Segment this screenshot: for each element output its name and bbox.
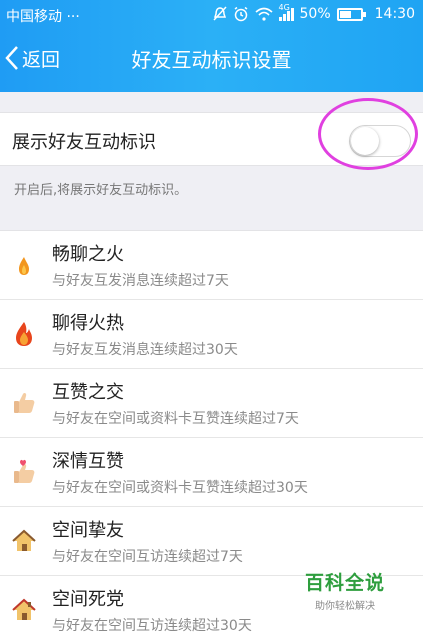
item-desc: 与好友在空间互访连续超过30天 bbox=[52, 618, 252, 634]
small-flame-icon bbox=[19, 257, 29, 275]
show-interaction-badge-toggle[interactable] bbox=[349, 125, 411, 157]
item-desc: 与好友互发消息连续超过30天 bbox=[52, 342, 238, 358]
alarm-icon bbox=[234, 6, 247, 22]
signal-icon: 4G bbox=[278, 3, 294, 21]
toggle-label: 展示好友互动标识 bbox=[12, 132, 156, 153]
battery-icon bbox=[336, 7, 366, 21]
hint-text: 开启后,将展示好友互动标识。 bbox=[14, 183, 188, 198]
big-flame-icon bbox=[16, 322, 32, 346]
list-item: 互赞之交 与好友在空间或资料卡互赞连续超过7天 bbox=[0, 369, 423, 438]
wifi-icon bbox=[254, 7, 273, 21]
list-item: 深情互赞 与好友在空间或资料卡互赞连续超过30天 bbox=[0, 438, 423, 507]
item-title: 空间死党 bbox=[52, 589, 124, 610]
clock: 14:30 bbox=[374, 6, 415, 22]
watermark-main: 百科全说 bbox=[304, 572, 385, 594]
item-desc: 与好友互发消息连续超过7天 bbox=[52, 273, 229, 289]
item-title: 畅聊之火 bbox=[52, 244, 124, 265]
item-desc: 与好友在空间或资料卡互赞连续超过30天 bbox=[52, 480, 308, 496]
house-icon bbox=[12, 598, 36, 620]
item-desc: 与好友在空间或资料卡互赞连续超过7天 bbox=[52, 411, 299, 427]
status-icons: 4G 50% 14:30 bbox=[212, 3, 415, 22]
item-title: 空间挚友 bbox=[52, 520, 124, 541]
small-house-icon bbox=[12, 529, 36, 551]
item-title: 聊得火热 bbox=[52, 313, 124, 334]
list-item: 畅聊之火 与好友互发消息连续超过7天 bbox=[0, 231, 423, 300]
heart-thumbs-up-icon bbox=[14, 459, 35, 483]
list-item: 聊得火热 与好友互发消息连续超过30天 bbox=[0, 300, 423, 369]
status-bar: 中国移动 ··· 4G 50% 14:30 bbox=[0, 0, 423, 30]
item-desc: 与好友在空间互访连续超过7天 bbox=[52, 549, 243, 565]
network-type-label: 4G bbox=[278, 3, 290, 12]
item-title: 深情互赞 bbox=[52, 451, 124, 472]
page-title: 好友互动标识设置 bbox=[131, 48, 292, 72]
watermark-logo: 百科全说 助你轻松解决 bbox=[297, 568, 393, 612]
toggle-knob bbox=[351, 127, 379, 155]
show-interaction-badge-row: 展示好友互动标识 bbox=[0, 112, 423, 166]
app-header: 中国移动 ··· 4G 50% 14:30 返回 好友互动标识设置 bbox=[0, 0, 423, 92]
item-title: 互赞之交 bbox=[52, 382, 124, 403]
battery-percent: 50% bbox=[299, 6, 331, 22]
nav-bar: 返回 好友互动标识设置 bbox=[0, 30, 423, 86]
watermark-sub: 助你轻松解决 bbox=[315, 601, 375, 612]
mute-icon bbox=[212, 6, 227, 21]
list-item: 空间挚友 与好友在空间互访连续超过7天 bbox=[0, 507, 423, 576]
thumbs-up-icon bbox=[14, 392, 35, 413]
carrier-label: 中国移动 ··· bbox=[6, 9, 80, 25]
